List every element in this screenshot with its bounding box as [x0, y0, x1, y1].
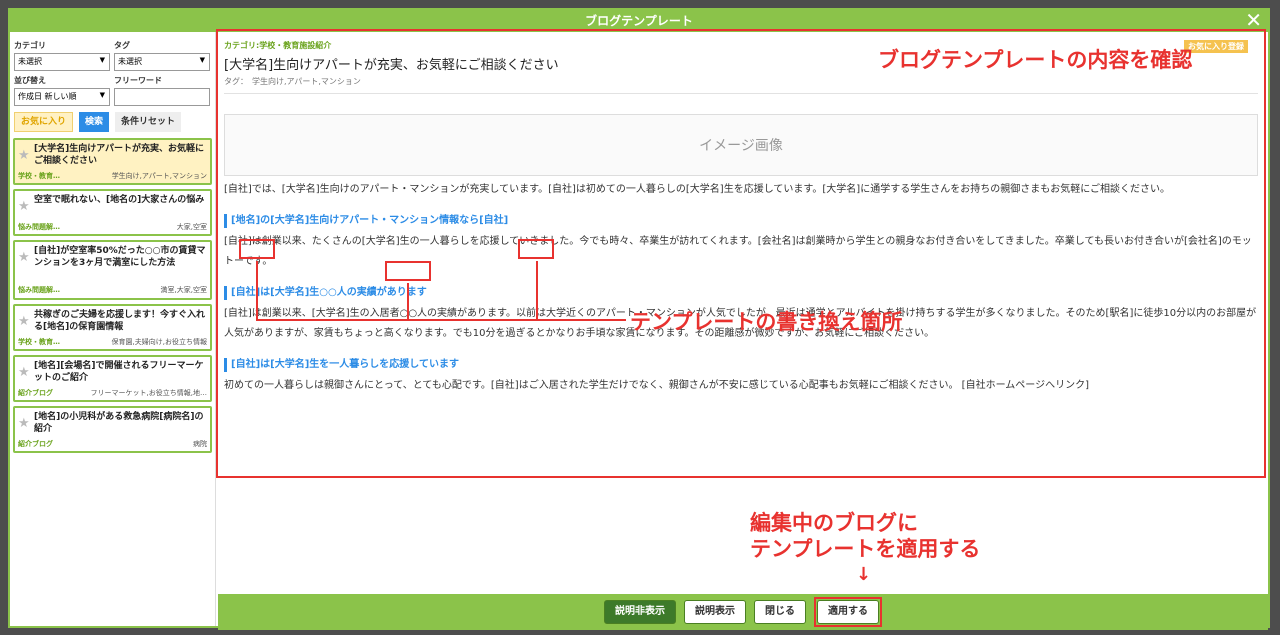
list-item[interactable]: ★ [地名]の小児科がある救急病院[病院名]の紹介 紹介ブログ 病院 — [13, 406, 212, 453]
sort-select[interactable]: 作成日 新しい順 ▼ — [14, 88, 110, 106]
preview-highlight-frame — [216, 29, 1266, 478]
apply-highlight: 適用する — [814, 597, 882, 627]
arrow-down-icon: ↓ — [856, 564, 872, 585]
chevron-down-icon: ▼ — [99, 91, 105, 99]
list-item[interactable]: ★ 共稼ぎのご夫婦を応援します！今すぐ入れる[地名]の保育園情報 学校・教育… 保… — [13, 304, 212, 351]
close-button[interactable]: 閉じる — [754, 600, 806, 624]
keyword-input[interactable] — [114, 88, 210, 106]
chevron-down-icon: ▼ — [199, 56, 205, 64]
template-sidebar: カテゴリ 未選択 ▼ タグ 未選択 ▼ 並び替え 作成日 新しい順 ▼ フリーワード — [10, 32, 216, 626]
sort-label: 並び替え — [14, 76, 46, 85]
star-icon[interactable]: ★ — [18, 250, 30, 265]
placeholder-highlight — [518, 239, 554, 259]
list-item[interactable]: ★ [大学名]生向けアパートが充実、お気軽にご相談ください 学校・教育… 学生向け… — [13, 138, 212, 185]
template-list: ★ [大学名]生向けアパートが充実、お気軽にご相談ください 学校・教育… 学生向け… — [10, 138, 215, 453]
favorite-filter-button[interactable]: お気に入り — [14, 112, 74, 132]
annotation-rewrite: テンプレートの書き換え箇所 — [630, 310, 903, 334]
show-description-button[interactable]: 説明表示 — [684, 600, 746, 624]
list-item[interactable]: ★ 空室で眠れない、[地名の]大家さんの悩み 悩み問題解… 大家,空室 — [13, 189, 212, 236]
annotation-apply: 編集中のブログに テンプレートを適用する ↓ — [750, 510, 980, 588]
annotation-confirm: ブログテンプレートの内容を確認 — [878, 48, 1193, 72]
star-icon[interactable]: ★ — [18, 314, 30, 329]
tag-label: タグ — [114, 41, 130, 50]
star-icon[interactable]: ★ — [18, 148, 30, 163]
star-icon[interactable]: ★ — [18, 416, 30, 431]
annotation-line — [256, 319, 626, 321]
search-button[interactable]: 検索 — [79, 112, 110, 132]
annotation-line — [407, 283, 409, 321]
category-label: カテゴリ — [14, 41, 46, 50]
apply-button[interactable]: 適用する — [817, 600, 879, 624]
annotation-line — [256, 261, 258, 321]
modal-title: ブログテンプレート — [585, 14, 693, 28]
reset-button[interactable]: 条件リセット — [115, 112, 182, 132]
placeholder-highlight — [239, 239, 275, 259]
star-icon[interactable]: ★ — [18, 199, 30, 214]
category-select[interactable]: 未選択 ▼ — [14, 53, 110, 71]
annotation-line — [536, 261, 538, 321]
chevron-down-icon: ▼ — [99, 56, 105, 64]
keyword-label: フリーワード — [114, 76, 162, 85]
star-icon[interactable]: ★ — [18, 365, 30, 380]
filter-panel: カテゴリ 未選択 ▼ タグ 未選択 ▼ 並び替え 作成日 新しい順 ▼ フリーワード — [10, 32, 215, 138]
placeholder-highlight — [385, 261, 431, 281]
list-item[interactable]: ★ [地名][会場名]で開催されるフリーマーケットのご紹介 紹介ブログ フリーマー… — [13, 355, 212, 402]
tag-select[interactable]: 未選択 ▼ — [114, 53, 210, 71]
hide-description-button[interactable]: 説明非表示 — [604, 600, 676, 624]
modal-footer: 説明非表示 説明表示 閉じる 適用する — [218, 594, 1268, 630]
list-item[interactable]: ★ [自社]が空室率50%だった○○市の賃貸マンションを3ヶ月で満室にした方法 … — [13, 240, 212, 300]
